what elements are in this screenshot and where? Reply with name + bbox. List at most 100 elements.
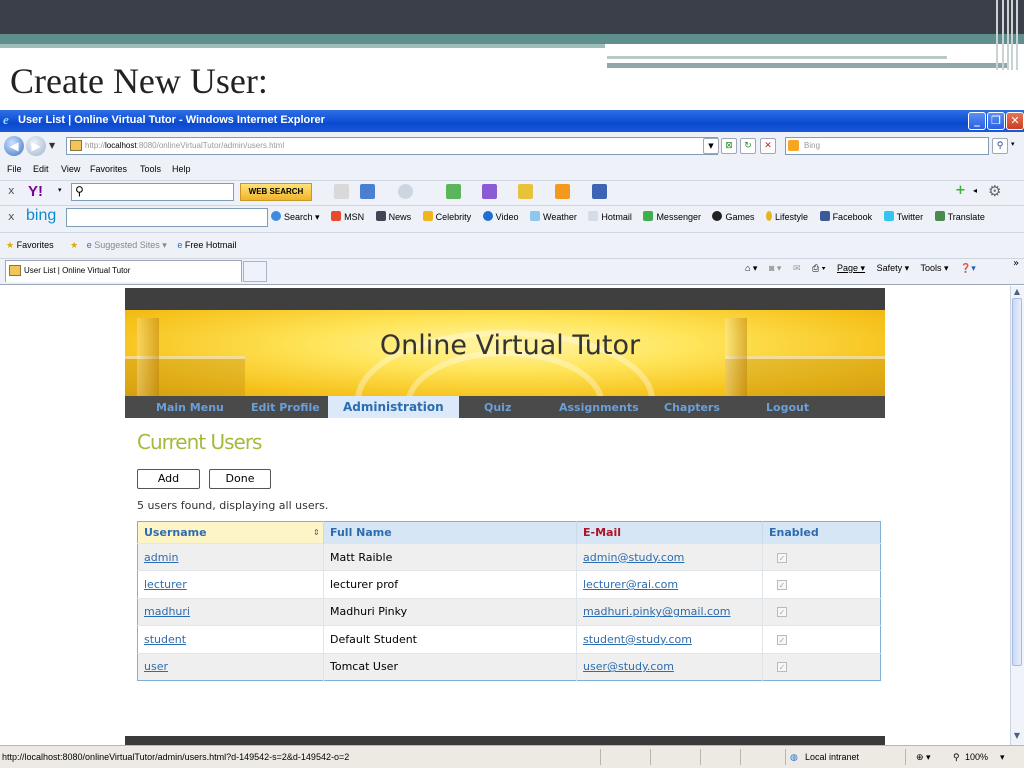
close-toolbar-icon[interactable]: x [8,184,15,197]
search-go-icon[interactable]: ⚲ [992,138,1008,154]
settings-gear-icon[interactable]: ⚙ [988,182,1001,200]
nav-assignments[interactable]: Assignments [559,401,639,414]
games-icon[interactable] [518,184,533,199]
bing-link-twitter[interactable]: Twitter [883,211,923,222]
menu-tools[interactable]: Tools [140,164,161,174]
bing-search-input[interactable] [66,208,268,227]
bing-link-msn[interactable]: MSN [331,211,364,222]
close-bing-toolbar-icon[interactable]: x [8,210,15,223]
protected-mode-icon[interactable]: ⊕ ▾ [916,752,931,763]
shopping-icon[interactable] [555,184,570,199]
answers-icon[interactable] [592,184,607,199]
table-row: student Default Student student@study.co… [137,625,881,654]
tab-user-list[interactable]: User List | Online Virtual Tutor [5,260,242,282]
nav-quiz[interactable]: Quiz [484,401,511,414]
scrollbar-thumb[interactable] [1012,298,1022,666]
hotmail-icon: e [177,240,183,250]
close-window-button[interactable]: ✕ [1006,112,1024,130]
nav-main-menu[interactable]: Main Menu [156,401,224,414]
email-link[interactable]: student@study.com [583,633,692,646]
add-toolbar-icon[interactable]: + [955,183,966,198]
username-link[interactable]: lecturer [144,578,187,591]
tools-menu[interactable]: Tools ▾ [920,263,948,273]
menu-favorites[interactable]: Favorites [90,164,127,174]
email-link[interactable]: lecturer@rai.com [583,578,678,591]
sort-icon[interactable]: ⇕ [313,528,320,537]
menu-view[interactable]: View [61,164,80,174]
scroll-down-icon[interactable]: ▼ [1011,731,1023,743]
username-link[interactable]: user [144,660,168,673]
web-search-button[interactable]: WEB SEARCH [240,183,312,201]
search-input[interactable]: Bing [785,137,989,155]
new-tab-button[interactable] [243,261,267,282]
header-enabled[interactable]: Enabled [762,521,881,544]
page-menu[interactable]: Page ▾ [837,263,865,273]
email-link[interactable]: user@study.com [583,660,674,673]
slide-teal-band [0,34,1024,44]
nav-administration[interactable]: Administration [328,396,459,418]
flickr-icon[interactable] [482,184,497,199]
zoom-dropdown-icon[interactable]: ▾ [1000,752,1005,763]
header-full-name[interactable]: Full Name [323,521,577,544]
header-username[interactable]: Username [137,521,324,544]
header-email[interactable]: E-Mail [576,521,763,544]
username-link[interactable]: student [144,633,186,646]
help-icon[interactable]: ❓▾ [960,263,976,273]
bing-link-facebook[interactable]: Facebook [819,211,872,222]
address-bar[interactable]: http://localhost:8080/onlineVirtualTutor… [66,137,718,155]
add-button[interactable]: Add [137,469,200,489]
bing-link-weather[interactable]: Weather [530,211,577,222]
search-options-icon[interactable]: ▾ [1011,140,1015,148]
bing-link-video[interactable]: Video [482,211,519,222]
bing-link-translate[interactable]: Translate [934,211,985,222]
email-link[interactable]: admin@study.com [583,551,684,564]
chevron-more-icon[interactable]: » [1013,258,1019,269]
yahoo-search-input[interactable] [71,183,234,201]
forward-button[interactable]: ▶ [26,136,46,156]
add-favorite-icon[interactable]: ★ [70,240,78,250]
menu-file[interactable]: File [7,164,22,174]
history-dropdown-icon[interactable]: ▼ [49,141,55,150]
bing-link-celebrity[interactable]: Celebrity [422,211,471,222]
suggested-sites-link[interactable]: Suggested Sites ▾ [94,240,167,250]
safety-menu[interactable]: Safety ▾ [877,263,910,273]
restore-button[interactable]: ❐ [987,112,1005,130]
print-icon[interactable]: ⎙ ▾ [812,263,825,273]
weather-icon[interactable] [398,184,413,199]
bing-link-news[interactable]: News [375,211,411,222]
menu-edit[interactable]: Edit [33,164,49,174]
zoom-level[interactable]: 100% [965,752,988,762]
ie-logo-icon: e [3,112,9,127]
done-button[interactable]: Done [209,469,271,489]
address-dropdown-icon[interactable]: ▼ [703,138,719,154]
back-button[interactable]: ◀ [4,136,24,156]
free-hotmail-link[interactable]: Free Hotmail [185,240,237,250]
nav-logout[interactable]: Logout [766,401,809,414]
username-link[interactable]: admin [144,551,178,564]
toolbar-arrow-icon[interactable]: ◂ [973,186,977,195]
username-link[interactable]: madhuri [144,605,190,618]
email-link[interactable]: madhuri.pinky@gmail.com [583,605,731,618]
mail-icon[interactable] [334,184,349,199]
favorites-button[interactable]: Favorites [17,240,54,250]
finance-icon[interactable] [446,184,461,199]
home-icon[interactable]: ⌂ ▾ [745,263,757,273]
bing-link-games[interactable]: Games [712,211,755,222]
bing-link-hotmail[interactable]: Hotmail [588,211,632,222]
yahoo-dropdown-icon[interactable]: ▾ [58,186,62,194]
scroll-up-icon[interactable]: ▲ [1011,287,1023,299]
stop-icon[interactable]: ✕ [760,138,776,154]
bing-link-messenger[interactable]: Messenger [643,211,701,222]
feeds-icon[interactable]: ◙ ▾ [769,263,781,273]
bing-link-lifestyle[interactable]: Lifestyle [766,211,808,222]
nav-edit-profile[interactable]: Edit Profile [251,401,320,414]
read-mail-icon[interactable]: ✉ [793,263,801,273]
nav-chapters[interactable]: Chapters [664,401,720,414]
yahoo-logo[interactable]: Y! [28,183,43,200]
minimize-button[interactable]: _ [968,112,986,130]
messenger-icon[interactable] [360,184,375,199]
bing-link-search[interactable]: Search ▾ [271,211,320,222]
menu-help[interactable]: Help [172,164,191,174]
refresh-icon[interactable]: ↻ [740,138,756,154]
compat-view-icon[interactable]: ⊠ [721,138,737,154]
